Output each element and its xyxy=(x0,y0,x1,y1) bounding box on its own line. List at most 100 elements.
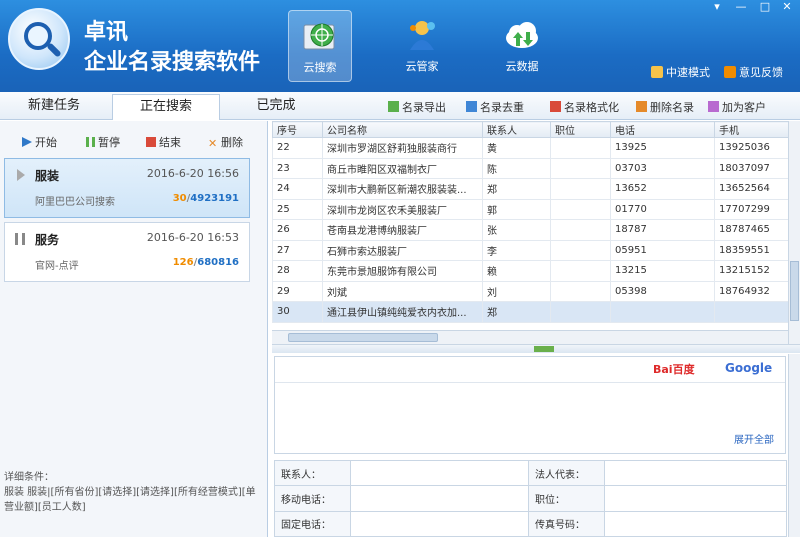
nav-cloud-data-button[interactable]: 云数据 xyxy=(490,10,554,82)
table-cell: 24 xyxy=(272,178,323,200)
feedback-link[interactable]: 意见反馈 xyxy=(724,64,783,80)
column-header[interactable]: 公司名称 xyxy=(322,121,483,138)
baidu-button[interactable]: Bai百度 xyxy=(653,361,695,379)
table-cell xyxy=(550,219,611,241)
table-row[interactable]: 24 深圳市大鹏新区新潮农服装装... 郑 13652 13652564 xyxy=(272,178,793,200)
detail-value[interactable] xyxy=(604,485,787,512)
app-title-line1: 卓讯 xyxy=(84,20,129,45)
pause-button[interactable]: 暂停 xyxy=(86,134,120,150)
table-cell xyxy=(550,301,611,323)
tab-new-task[interactable]: 新建任务 xyxy=(0,94,108,120)
table-cell xyxy=(610,301,715,323)
format-button[interactable]: 名录格式化 xyxy=(550,99,619,115)
column-header[interactable]: 手机 xyxy=(714,121,793,138)
menu-icon[interactable]: ▾ xyxy=(706,0,728,16)
table-row[interactable]: 22 深圳市罗湖区舒莉独服装商行黄 13925 13925036 xyxy=(272,137,793,159)
table-cell: 27 xyxy=(272,239,323,261)
table-cell xyxy=(550,280,611,302)
export-button[interactable]: 名录导出 xyxy=(388,99,446,115)
maximize-icon[interactable]: □ xyxy=(754,0,776,16)
table-cell: 刘斌 xyxy=(322,280,483,302)
table-cell xyxy=(550,198,611,220)
tab-completed[interactable]: 已完成 xyxy=(222,94,330,120)
table-cell xyxy=(550,178,611,200)
nav-cloud-butler-button[interactable]: 云管家 xyxy=(390,10,454,82)
table-cell: 18787 xyxy=(610,219,715,241)
speed-icon xyxy=(651,66,663,78)
nav-label: 云搜索 xyxy=(303,61,337,74)
delete-list-icon xyxy=(636,101,647,112)
table-cell: 郑 xyxy=(482,178,551,200)
table-row[interactable]: 30 通江县伊山镇纯纯爱衣内衣加... 郑 xyxy=(272,301,793,323)
table-cell: 22 xyxy=(272,137,323,159)
table-row[interactable]: 26 苍南县龙港博纳服装厂张 18787 18787465 xyxy=(272,219,793,241)
detail-label: 固定电话： xyxy=(274,510,351,537)
detail-value[interactable] xyxy=(604,510,787,537)
export-icon xyxy=(388,101,399,112)
table-cell xyxy=(550,157,611,179)
speed-mode-link[interactable]: 中速模式 xyxy=(651,64,710,80)
web-search-panel: Bai百度 Google xyxy=(274,356,786,454)
table-cell: 13925 xyxy=(610,137,715,159)
table-cell: 黄 xyxy=(482,137,551,159)
google-button[interactable]: Google xyxy=(725,361,772,379)
detail-value[interactable] xyxy=(350,510,529,537)
table-row[interactable]: 27 石狮市索达服装厂李 05951 18359551 xyxy=(272,239,793,261)
table-cell: 01770 xyxy=(610,198,715,220)
contact-detail-table: 联系人： 法人代表： 移动电话： 职位： 固定电话： 传真号码： xyxy=(274,459,787,537)
table-row[interactable]: 25 深圳市龙岗区农禾美服装厂郭 01770 17707299 xyxy=(272,198,793,220)
table-cell: 石狮市索达服装厂 xyxy=(322,239,483,261)
nav-cloud-search-button[interactable]: 云搜索 xyxy=(288,10,352,82)
minimize-icon[interactable]: — xyxy=(730,0,752,16)
detail-value[interactable] xyxy=(604,459,787,487)
detail-row: 联系人： 法人代表： xyxy=(274,459,787,487)
column-header[interactable]: 电话 xyxy=(610,121,715,138)
results-table: 序号 公司名称 联系人 职位 电话 手机 22 深圳市罗湖区舒莉独服装商行黄 139… xyxy=(272,121,800,333)
dedupe-button[interactable]: 名录去重 xyxy=(466,99,524,115)
table-cell: 郑 xyxy=(482,301,551,323)
add-customer-button[interactable]: 加为客户 xyxy=(708,99,766,115)
detail-value[interactable] xyxy=(350,485,529,512)
table-cell: 18787465 xyxy=(714,219,793,241)
column-header[interactable]: 联系人 xyxy=(482,121,551,138)
table-cell: 18037097 xyxy=(714,157,793,179)
detail-conditions: 详细条件： 服装 服装|[所有省份][请选择][请选择][所有经营模式][单营业… xyxy=(4,472,256,513)
chevron-down-icon[interactable] xyxy=(534,346,554,352)
detail-label: 联系人： xyxy=(274,459,351,487)
table-row[interactable]: 23 商丘市睢阳区双福制衣厂陈 03703 18037097 xyxy=(272,157,793,179)
table-cell: 张 xyxy=(482,219,551,241)
table-cell: 05398 xyxy=(610,280,715,302)
detail-row: 固定电话： 传真号码： xyxy=(274,510,787,537)
delete-list-button[interactable]: 删除名录 xyxy=(636,99,694,115)
vertical-scrollbar[interactable] xyxy=(788,354,800,537)
vertical-scrollbar[interactable] xyxy=(788,121,800,344)
table-cell: 李 xyxy=(482,239,551,261)
table-row[interactable]: 28 东莞市景旭服饰有限公司赖 13215 13215152 xyxy=(272,260,793,282)
close-icon[interactable]: ✕ xyxy=(776,0,798,16)
scroll-thumb[interactable] xyxy=(288,333,438,342)
expand-all-link[interactable]: 展开全部 xyxy=(734,431,774,446)
task-item[interactable]: 服装 2016-6-20 16:56 阿里巴巴公司搜索 30/4923191 xyxy=(4,158,250,218)
play-icon xyxy=(22,137,32,147)
table-cell: 03703 xyxy=(610,157,715,179)
stop-button[interactable]: 结束 xyxy=(146,134,181,150)
table-cell: 18764932 xyxy=(714,280,793,302)
dedupe-icon xyxy=(466,101,477,112)
column-header[interactable]: 职位 xyxy=(550,121,611,138)
table-cell xyxy=(550,260,611,282)
table-cell: 苍南县龙港博纳服装厂 xyxy=(322,219,483,241)
task-item[interactable]: 服务 2016-6-20 16:53 官网-点评 126/680816 xyxy=(4,222,250,282)
horizontal-scrollbar[interactable] xyxy=(272,330,788,344)
scroll-thumb[interactable] xyxy=(790,261,799,321)
pause-icon xyxy=(15,233,25,245)
detail-value[interactable] xyxy=(350,459,529,487)
delete-task-button[interactable]: ✕ 删除 xyxy=(208,134,243,150)
panel-splitter[interactable] xyxy=(272,344,800,353)
start-button[interactable]: 开始 xyxy=(22,134,57,150)
table-cell: 23 xyxy=(272,157,323,179)
feedback-icon xyxy=(724,66,736,78)
column-header[interactable]: 序号 xyxy=(272,121,323,138)
table-row[interactable]: 29 刘斌刘 05398 18764932 xyxy=(272,280,793,302)
table-cell: 13215 xyxy=(610,260,715,282)
tab-searching[interactable]: 正在搜索 xyxy=(112,94,220,120)
